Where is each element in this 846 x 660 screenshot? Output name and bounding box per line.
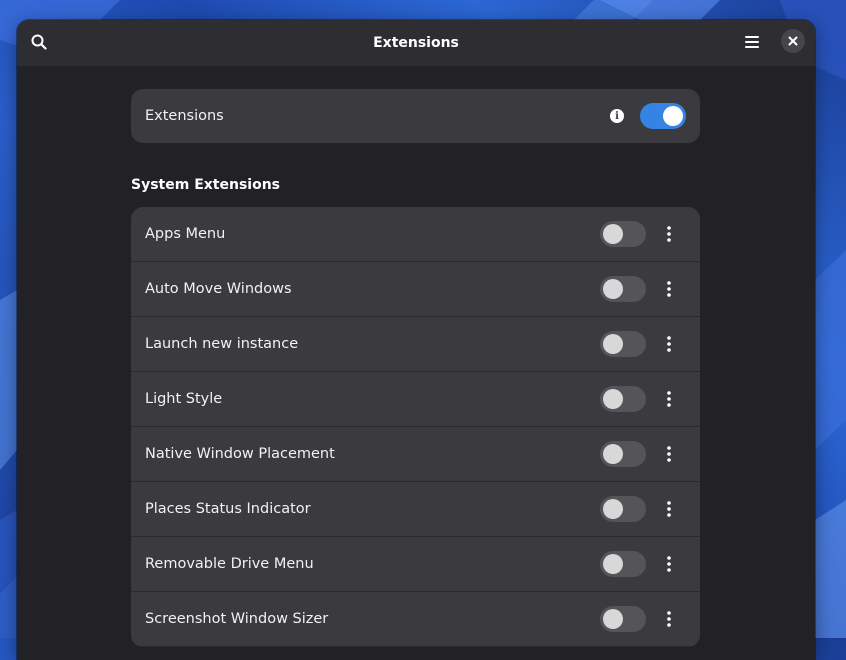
extension-switch-launch-new-instance[interactable] bbox=[600, 331, 646, 357]
vertical-ellipsis-icon bbox=[667, 336, 671, 352]
extension-name: Light Style bbox=[145, 391, 223, 407]
master-toggle-card: Extensions i bbox=[131, 89, 700, 143]
extension-more-button[interactable] bbox=[655, 331, 683, 357]
list-item-removable-drive-menu: Removable Drive Menu bbox=[131, 537, 700, 592]
vertical-ellipsis-icon bbox=[667, 391, 671, 407]
switch-knob bbox=[603, 499, 623, 519]
extension-name: Native Window Placement bbox=[145, 446, 335, 462]
close-icon bbox=[788, 36, 798, 46]
extension-more-button[interactable] bbox=[655, 221, 683, 247]
switch-knob bbox=[603, 554, 623, 574]
extension-name: Places Status Indicator bbox=[145, 501, 311, 517]
extension-more-button[interactable] bbox=[655, 606, 683, 632]
extension-switch-light-style[interactable] bbox=[600, 386, 646, 412]
extension-switch-apps-menu[interactable] bbox=[600, 221, 646, 247]
extension-name: Apps Menu bbox=[145, 226, 226, 242]
list-item-launch-new-instance: Launch new instance bbox=[131, 317, 700, 372]
list-item-places-status-indicator: Places Status Indicator bbox=[131, 482, 700, 537]
switch-knob bbox=[603, 279, 623, 299]
extension-name: Screenshot Window Sizer bbox=[145, 611, 329, 627]
list-item-light-style: Light Style bbox=[131, 372, 700, 427]
extension-name: Auto Move Windows bbox=[145, 281, 292, 297]
vertical-ellipsis-icon bbox=[667, 501, 671, 517]
main-menu-button[interactable] bbox=[738, 28, 766, 56]
switch-knob bbox=[603, 389, 623, 409]
list-item-screenshot-window-sizer: Screenshot Window Sizer bbox=[131, 592, 700, 647]
vertical-ellipsis-icon bbox=[667, 446, 671, 462]
extension-switch-native-window-placement[interactable] bbox=[600, 441, 646, 467]
extensions-window: Extensions Extensions i System Extension… bbox=[17, 20, 815, 660]
window-title: Extensions bbox=[373, 35, 459, 51]
switch-knob bbox=[603, 334, 623, 354]
info-icon[interactable]: i bbox=[610, 109, 624, 123]
close-button[interactable] bbox=[781, 29, 805, 53]
vertical-ellipsis-icon bbox=[667, 226, 671, 242]
extension-switch-places-status-indicator[interactable] bbox=[600, 496, 646, 522]
headerbar: Extensions bbox=[17, 20, 815, 66]
switch-knob bbox=[603, 224, 623, 244]
switch-knob bbox=[603, 444, 623, 464]
extension-more-button[interactable] bbox=[655, 551, 683, 577]
extensions-master-row: Extensions i bbox=[131, 89, 700, 143]
master-toggle-label: Extensions bbox=[145, 108, 224, 124]
main-content: Extensions i System Extensions Apps Menu… bbox=[131, 89, 700, 647]
vertical-ellipsis-icon bbox=[667, 281, 671, 297]
extension-switch-removable-drive-menu[interactable] bbox=[600, 551, 646, 577]
list-item-auto-move-windows: Auto Move Windows bbox=[131, 262, 700, 317]
extension-more-button[interactable] bbox=[655, 441, 683, 467]
vertical-ellipsis-icon bbox=[667, 611, 671, 627]
extension-more-button[interactable] bbox=[655, 276, 683, 302]
extensions-master-switch[interactable] bbox=[640, 103, 686, 129]
extension-more-button[interactable] bbox=[655, 496, 683, 522]
extension-name: Launch new instance bbox=[145, 336, 299, 352]
extension-switch-screenshot-window-sizer[interactable] bbox=[600, 606, 646, 632]
list-item-native-window-placement: Native Window Placement bbox=[131, 427, 700, 482]
list-item-apps-menu: Apps Menu bbox=[131, 207, 700, 262]
switch-knob bbox=[603, 609, 623, 629]
extension-switch-auto-move-windows[interactable] bbox=[600, 276, 646, 302]
switch-knob bbox=[663, 106, 683, 126]
hamburger-menu-icon bbox=[745, 36, 759, 48]
vertical-ellipsis-icon bbox=[667, 556, 671, 572]
extension-more-button[interactable] bbox=[655, 386, 683, 412]
extension-name: Removable Drive Menu bbox=[145, 556, 314, 572]
section-title-system-extensions: System Extensions bbox=[131, 177, 280, 193]
system-extensions-list: Apps Menu Auto Move Windows Launch new i… bbox=[131, 207, 700, 647]
